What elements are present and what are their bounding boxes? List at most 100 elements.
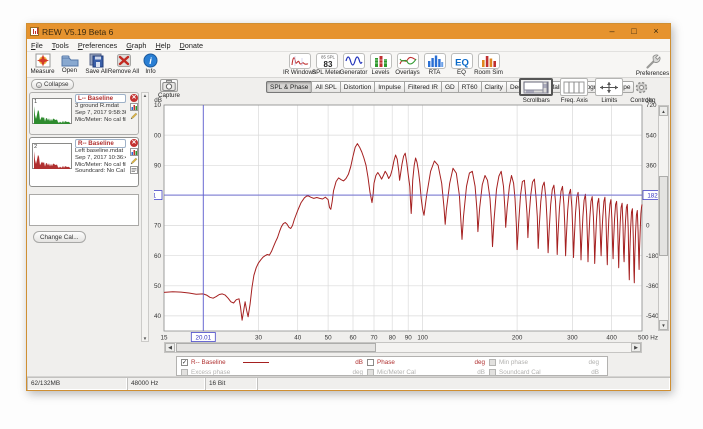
remove-all-icon — [116, 53, 132, 68]
legend-unit: dB — [477, 369, 485, 376]
scrollbars-button[interactable]: Scrollbars — [519, 78, 553, 104]
chart-icon[interactable] — [130, 103, 138, 111]
svg-text:90: 90 — [405, 335, 413, 342]
menu-item-help[interactable]: Help — [155, 41, 170, 50]
tab-spl-phase[interactable]: SPL & Phase — [266, 81, 312, 93]
controls-button[interactable]: Controls — [630, 78, 653, 104]
rta-button[interactable]: RTA — [421, 53, 448, 76]
vscroll-thumb[interactable] — [659, 176, 668, 256]
spl-meter-icon: 85 SPL83 — [316, 53, 338, 69]
measurement-thumbnail: 2 — [32, 143, 72, 169]
change-cal-button[interactable]: Change Cal... — [33, 231, 86, 243]
limits-button[interactable]: Limits — [595, 78, 623, 104]
control-label: Freq. Axis — [561, 97, 588, 104]
toolbar-label: RTA — [429, 69, 441, 76]
open-button[interactable]: Open — [56, 53, 83, 74]
status-cell-empty — [257, 377, 670, 390]
freq-axis-button[interactable]: Freq. Axis — [560, 78, 588, 104]
sidebar-scrollbar[interactable]: ▲▼ — [141, 92, 149, 342]
measurement-item-2[interactable]: 2R-- BaselineLeft baseline.mdatSep 7, 20… — [29, 137, 139, 187]
svg-text:70: 70 — [370, 335, 378, 342]
scroll-up-icon[interactable]: ▲ — [142, 93, 148, 98]
pencil-icon[interactable] — [130, 112, 138, 120]
statusbar: 62/132MB48000 Hz16 Bit — [27, 376, 670, 390]
svg-text:360: 360 — [646, 163, 657, 170]
svg-text:400: 400 — [606, 335, 617, 342]
collapse-label: Collapse — [44, 81, 69, 88]
levels-icon — [370, 53, 392, 69]
chart-icon[interactable] — [130, 148, 138, 156]
tab-gd[interactable]: GD — [441, 81, 459, 93]
tab-filtered-ir[interactable]: Filtered IR — [404, 81, 442, 93]
save-all-button[interactable]: Save All — [83, 53, 110, 75]
menu-item-preferences[interactable]: Preferences — [78, 41, 117, 50]
svg-text:50: 50 — [154, 283, 161, 290]
info-button[interactable]: iInfo — [137, 53, 164, 75]
control-label: Controls — [630, 97, 653, 104]
legend-label: Min phase — [499, 359, 528, 366]
checkbox-soundcard-cal[interactable] — [489, 369, 496, 376]
menu-item-donate[interactable]: Donate — [180, 41, 204, 50]
menu-item-file[interactable]: File — [31, 41, 43, 50]
scroll-up-icon[interactable]: ▲ — [659, 106, 668, 116]
vertical-scrollbar[interactable]: ▲ ▼ — [658, 105, 669, 331]
room-sim-button[interactable]: Room Sim — [475, 53, 502, 76]
measurement-item-1[interactable]: 1L-- Baseline3 ground R.mdatSep 7, 2017 … — [29, 92, 139, 135]
checkbox-excess-phase[interactable] — [181, 369, 188, 376]
desktop: REW V5.19 Beta 6 –□× File Tools Preference… — [0, 0, 703, 429]
scroll-down-icon[interactable]: ▼ — [142, 336, 148, 341]
pencil-icon[interactable] — [130, 157, 138, 165]
scroll-down-icon[interactable]: ▼ — [659, 320, 668, 330]
scroll-left-icon[interactable]: ◀ — [165, 343, 175, 352]
controls-icon — [634, 80, 649, 95]
measurement-title-field[interactable]: R-- Baseline — [75, 139, 126, 148]
legend-item-phase: Phasedeg — [367, 357, 489, 367]
svg-text:182: 182 — [647, 192, 658, 199]
remove-measurement-icon[interactable]: ✕ — [130, 94, 138, 102]
main-area: × Collapse 1L-- Baseline3 ground R.mdatS… — [27, 78, 672, 354]
maximize-button[interactable]: □ — [623, 24, 645, 39]
toolbar-label: Overlays — [395, 69, 419, 76]
scroll-right-icon[interactable]: ▶ — [631, 343, 641, 352]
checkbox-min-phase[interactable] — [489, 359, 496, 366]
hscroll-thumb[interactable] — [176, 343, 376, 352]
spl-meter-button[interactable]: 85 SPL83SPL Meter — [313, 53, 340, 76]
svg-text:500 Hz: 500 Hz — [638, 335, 658, 342]
toolbar-label: Save All — [85, 68, 107, 75]
remove-all-button[interactable]: Remove All — [110, 53, 137, 75]
titlebar: REW V5.19 Beta 6 –□× — [27, 24, 670, 39]
graph-controls: Scrollbars Freq. Axis Limits Controls — [519, 78, 653, 104]
control-label: Scrollbars — [523, 97, 550, 104]
levels-button[interactable]: Levels — [367, 53, 394, 76]
status-cell-1: 62/132MB — [27, 377, 127, 390]
tab-impulse[interactable]: Impulse — [374, 81, 405, 93]
tab-distortion[interactable]: Distortion — [340, 81, 375, 93]
checkbox-mic-meter-cal[interactable] — [367, 369, 374, 376]
overlays-button[interactable]: Overlays — [394, 53, 421, 76]
menu-item-graph[interactable]: Graph — [126, 41, 146, 50]
checkbox-phase[interactable] — [367, 359, 374, 366]
preferences-button[interactable]: Preferences — [639, 53, 666, 77]
measurement-title-field[interactable]: L-- Baseline — [75, 94, 126, 103]
tab-rt60[interactable]: RT60 — [458, 81, 482, 93]
horizontal-scrollbar[interactable]: ◀ ▶ — [164, 342, 642, 353]
collapse-button[interactable]: × Collapse — [31, 79, 74, 90]
capture-button[interactable]: Capture — [156, 79, 182, 99]
svg-text:90: 90 — [154, 163, 161, 170]
notes-box[interactable] — [29, 194, 139, 226]
checkbox-r-baseline[interactable]: ✓ — [181, 359, 188, 366]
tab-all-spl[interactable]: All SPL — [311, 81, 340, 93]
ir-windows-button[interactable]: IR Windows — [286, 53, 313, 76]
measurement-detail: 3 ground R.mdat — [75, 103, 126, 110]
notes-icon[interactable] — [130, 166, 138, 174]
measure-button[interactable]: Measure — [29, 53, 56, 75]
generator-button[interactable]: Generator — [340, 53, 367, 76]
legend-item-min-phase: Min phasedeg — [489, 357, 603, 367]
remove-measurement-icon[interactable]: ✕ — [130, 139, 138, 147]
tab-clarity[interactable]: Clarity — [481, 81, 507, 93]
menu-item-tools[interactable]: Tools — [52, 41, 69, 50]
eq-button[interactable]: EQEQ — [448, 53, 475, 76]
minimize-button[interactable]: – — [601, 24, 623, 39]
svg-text:540: 540 — [646, 132, 657, 139]
close-button[interactable]: × — [645, 24, 667, 39]
